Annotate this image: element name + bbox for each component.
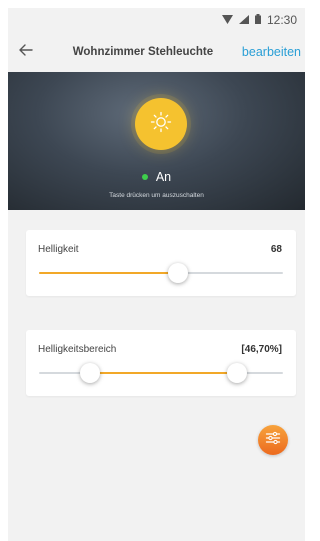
status-time: 12:30 [266,13,297,27]
device-state: An [8,170,305,184]
brightness-range-value: [46,70%] [241,344,282,355]
brightness-label: Helligkeit [38,244,79,255]
brightness-range-min-thumb[interactable] [80,363,101,383]
brightness-range-slider-fill [90,372,237,374]
signal-icon [238,11,249,29]
brightness-range-max-thumb[interactable] [226,363,247,383]
brightness-slider-fill [39,272,179,274]
page-title: Wohnzimmer Stehleuchte [72,46,214,58]
arrow-left-icon [19,43,33,61]
lamp-toggle-button[interactable] [135,98,187,150]
wifi-icon [221,11,233,29]
brightness-slider-thumb[interactable] [168,263,189,283]
device-header: An Taste drücken um auszuschalten [8,72,305,210]
toggle-hint: Taste drücken um auszuschalten [109,192,204,199]
status-bar: 12:30 [8,8,305,32]
state-label: An [155,170,172,184]
edit-button[interactable]: bearbeiten [242,45,305,59]
app-bar: Wohnzimmer Stehleuchte bearbeiten [8,32,305,72]
brightness-range-label: Helligkeitsbereich [38,344,117,355]
brightness-range-slider-track[interactable] [39,363,283,383]
settings-fab[interactable] [258,425,288,455]
battery-icon [254,11,261,29]
screen: 12:30 Wohnzimmer Stehleuchte bearbeiten [8,8,305,541]
brightness-card: Helligkeit 68 [26,230,296,296]
brightness-range-card: Helligkeitsbereich [46,70%] [26,330,296,396]
brightness-slider-track[interactable] [39,263,283,283]
sun-icon [150,111,172,138]
sliders-icon [265,431,281,450]
brightness-value: 68 [270,244,282,255]
status-dot [141,173,148,180]
back-button[interactable] [8,32,44,72]
